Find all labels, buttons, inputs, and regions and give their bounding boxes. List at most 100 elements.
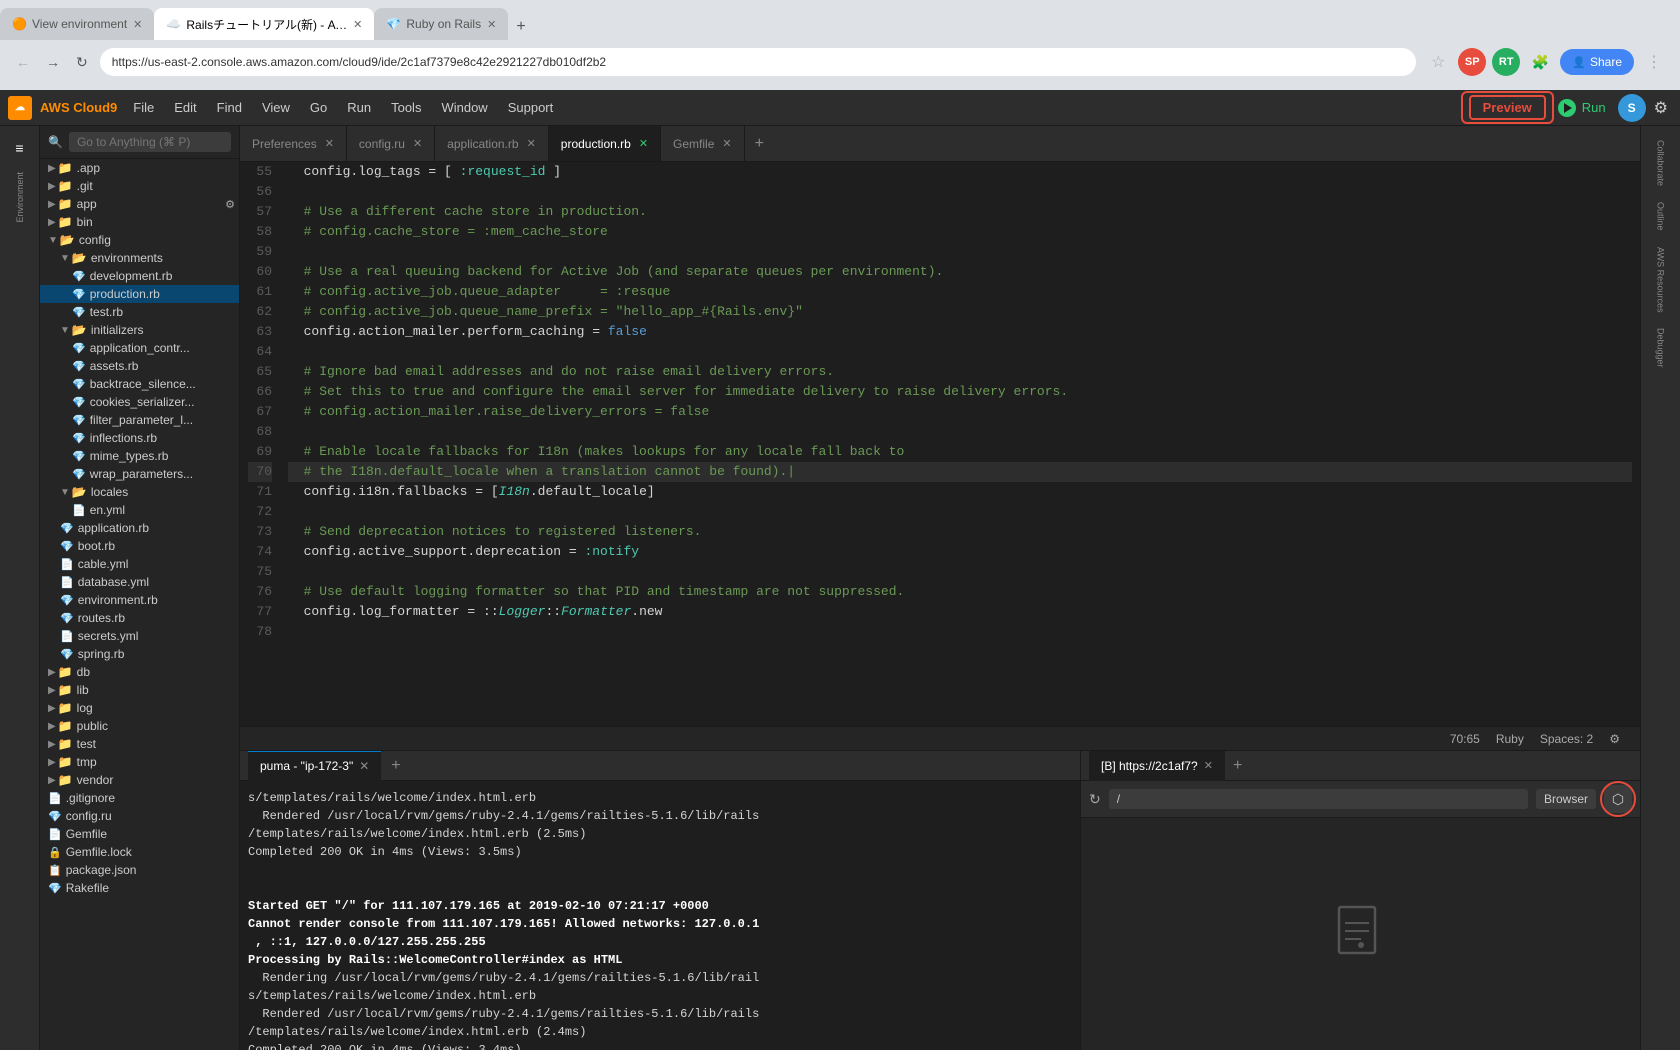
preview-url-input[interactable] — [1109, 789, 1528, 809]
tab-close-gemfile[interactable]: ✕ — [722, 137, 731, 150]
tree-item-inflections[interactable]: 💎 inflections.rb — [40, 429, 239, 447]
menu-find[interactable]: Find — [209, 96, 250, 119]
preview-button[interactable]: Preview — [1469, 95, 1546, 120]
menu-view[interactable]: View — [254, 96, 298, 119]
terminal-tab-close[interactable]: ✕ — [359, 759, 369, 773]
tree-item-wrapparams[interactable]: 💎 wrap_parameters... — [40, 465, 239, 483]
terminal-content[interactable]: s/templates/rails/welcome/index.html.erb… — [240, 781, 1080, 1050]
tree-item-boot[interactable]: 💎 boot.rb — [40, 537, 239, 555]
open-external-button[interactable]: ⬡ — [1604, 785, 1632, 813]
tree-item-config-ru[interactable]: 💎 config.ru — [40, 807, 239, 825]
menu-edit[interactable]: Edit — [166, 96, 204, 119]
tab-close-2[interactable]: ✕ — [353, 18, 362, 31]
search-input[interactable] — [69, 132, 231, 152]
tree-item-lib[interactable]: ▶ 📁 lib — [40, 681, 239, 699]
tree-item-db[interactable]: ▶ 📁 db — [40, 663, 239, 681]
tree-item-appilcation-rb[interactable]: 💎 application.rb — [40, 519, 239, 537]
tree-item-secrets[interactable]: 📄 secrets.yml — [40, 627, 239, 645]
menu-support[interactable]: Support — [500, 96, 562, 119]
tree-item-config[interactable]: ▼ 📂 config — [40, 231, 239, 249]
tree-item-routes[interactable]: 💎 routes.rb — [40, 609, 239, 627]
menu-run[interactable]: Run — [339, 96, 379, 119]
menu-go[interactable]: Go — [302, 96, 335, 119]
spaces-setting[interactable]: Spaces: 2 — [1532, 732, 1601, 746]
bookmark-button[interactable]: ☆ — [1424, 48, 1452, 76]
tree-item-mimetypes[interactable]: 💎 mime_types.rb — [40, 447, 239, 465]
tree-item-log[interactable]: ▶ 📁 log — [40, 699, 239, 717]
user-avatar[interactable]: S — [1618, 94, 1646, 122]
tree-item-spring[interactable]: 💎 spring.rb — [40, 645, 239, 663]
tab-close-config[interactable]: ✕ — [413, 137, 422, 150]
tree-item-app-root[interactable]: ▶ 📁 .app — [40, 159, 239, 177]
tree-item-gemfile-lock[interactable]: 🔒 Gemfile.lock — [40, 843, 239, 861]
menu-file[interactable]: File — [125, 96, 162, 119]
tab-close-1[interactable]: ✕ — [133, 18, 142, 31]
tree-item-en-yml[interactable]: 📄 en.yml — [40, 501, 239, 519]
tree-item-filter[interactable]: 💎 filter_parameter_l... — [40, 411, 239, 429]
browser-tab-2[interactable]: ☁️ Railsチュートリアル(新) - AWS C... ✕ — [154, 8, 374, 40]
preview-refresh-button[interactable]: ↻ — [1089, 791, 1101, 808]
menu-window[interactable]: Window — [433, 96, 495, 119]
sidebar-env-icon[interactable]: ≡ — [2, 134, 38, 162]
tree-item-database[interactable]: 📄 database.yml — [40, 573, 239, 591]
settings-button[interactable]: ⚙ — [1650, 94, 1672, 122]
profile-button-1[interactable]: SP — [1458, 48, 1486, 76]
menu-tools[interactable]: Tools — [383, 96, 429, 119]
tree-item-rakefile[interactable]: 💎 Rakefile — [40, 879, 239, 897]
reload-button[interactable]: ↻ — [72, 50, 92, 75]
preview-tab-close[interactable]: ✕ — [1204, 759, 1213, 772]
forward-button[interactable]: → — [42, 50, 64, 74]
code-content[interactable]: config.log_tags = [ :request_id ] # Use … — [280, 162, 1640, 726]
address-bar[interactable]: https://us-east-2.console.aws.amazon.com… — [100, 48, 1417, 76]
profile-button-2[interactable]: RT — [1492, 48, 1520, 76]
tree-item-cookies[interactable]: 💎 cookies_serializer... — [40, 393, 239, 411]
tree-item-production[interactable]: 💎 production.rb — [40, 285, 239, 303]
preview-browser-button[interactable]: Browser — [1536, 789, 1596, 809]
tree-item-app[interactable]: ▶ 📁 app ⚙ — [40, 195, 239, 213]
tab-close-production[interactable]: ✕ — [639, 137, 648, 150]
tree-item-locales[interactable]: ▼ 📂 locales — [40, 483, 239, 501]
tree-item-assets[interactable]: 💎 assets.rb — [40, 357, 239, 375]
back-button[interactable]: ← — [12, 50, 34, 74]
preview-tab-browser[interactable]: [B] https://2c1af7? ✕ — [1089, 751, 1225, 781]
editor-tab-config[interactable]: config.ru ✕ — [347, 126, 435, 162]
tree-item-test[interactable]: 💎 test.rb — [40, 303, 239, 321]
editor-tab-gemfile[interactable]: Gemfile ✕ — [661, 126, 745, 162]
tree-item-vendor[interactable]: ▶ 📁 vendor — [40, 771, 239, 789]
tree-item-environment-rb[interactable]: 💎 environment.rb — [40, 591, 239, 609]
preview-add[interactable]: + — [1225, 757, 1250, 775]
new-tab-button[interactable]: + — [508, 14, 533, 40]
right-sidebar-debugger[interactable]: Debugger — [1654, 322, 1668, 374]
editor-tab-production[interactable]: production.rb ✕ — [549, 126, 661, 162]
language-mode[interactable]: Ruby — [1488, 732, 1532, 746]
tree-item-gitignore[interactable]: 📄 .gitignore — [40, 789, 239, 807]
tab-close-preferences[interactable]: ✕ — [325, 137, 334, 150]
tree-item-backtrace[interactable]: 💎 backtrace_silence... — [40, 375, 239, 393]
terminal-tab-puma[interactable]: puma - "ip-172-3" ✕ — [248, 751, 381, 781]
settings-gear-icon[interactable]: ⚙ — [1601, 732, 1628, 746]
share-button[interactable]: 👤 Share — [1560, 49, 1634, 75]
tree-item-appctrl[interactable]: 💎 application_contr... — [40, 339, 239, 357]
code-editor[interactable]: 5556575859 6061626364 6566676869 707172 … — [240, 162, 1640, 726]
tree-item-test-dir[interactable]: ▶ 📁 test — [40, 735, 239, 753]
tree-item-cable[interactable]: 📄 cable.yml — [40, 555, 239, 573]
menu-button[interactable]: ⋮ — [1640, 48, 1668, 76]
extensions-button[interactable]: 🧩 — [1526, 48, 1554, 76]
sidebar-env-label[interactable]: Environment — [13, 166, 27, 229]
tree-item-development[interactable]: 💎 development.rb — [40, 267, 239, 285]
tab-close-3[interactable]: ✕ — [487, 18, 496, 31]
editor-tab-application[interactable]: application.rb ✕ — [435, 126, 549, 162]
tree-item-gemfile[interactable]: 📄 Gemfile — [40, 825, 239, 843]
tree-item-environments[interactable]: ▼ 📂 environments — [40, 249, 239, 267]
editor-tab-add[interactable]: + — [745, 135, 774, 153]
tree-item-public[interactable]: ▶ 📁 public — [40, 717, 239, 735]
right-sidebar-outline[interactable]: Outline — [1654, 196, 1668, 237]
run-button[interactable]: Run — [1550, 95, 1614, 121]
browser-tab-3[interactable]: 💎 Ruby on Rails ✕ — [374, 8, 508, 40]
tree-item-bin[interactable]: ▶ 📁 bin — [40, 213, 239, 231]
tree-item-tmp[interactable]: ▶ 📁 tmp — [40, 753, 239, 771]
terminal-add[interactable]: + — [381, 757, 410, 775]
browser-tab-1[interactable]: 🟠 View environment ✕ — [0, 8, 154, 40]
gear-icon[interactable]: ⚙ — [225, 198, 235, 211]
right-sidebar-collaborate[interactable]: Collaborate — [1654, 134, 1668, 192]
